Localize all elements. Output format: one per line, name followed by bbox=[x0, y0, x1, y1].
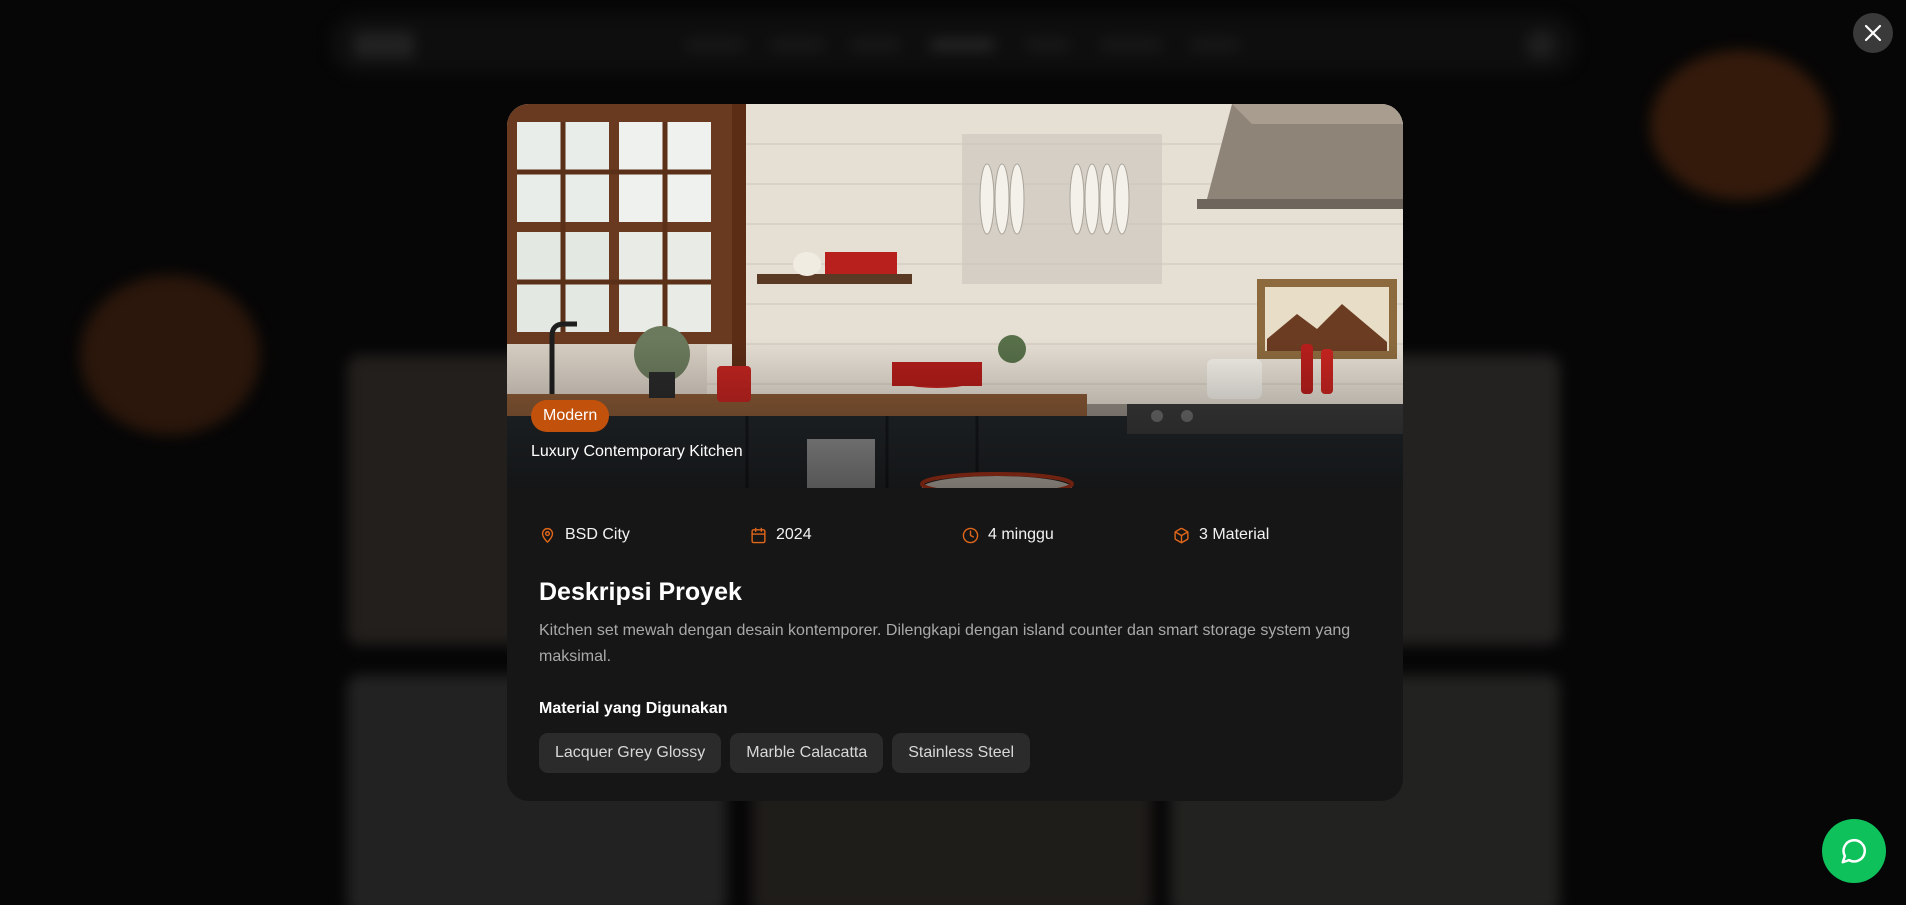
background-nav-link bbox=[850, 41, 900, 49]
description-heading: Deskripsi Proyek bbox=[539, 578, 742, 606]
calendar-icon bbox=[751, 527, 766, 543]
project-description: Kitchen set mewah dengan desain kontempo… bbox=[539, 622, 1351, 665]
map-pin-icon bbox=[541, 527, 554, 543]
background-nav-link bbox=[930, 41, 995, 49]
project-meta: BSD City 2024 4 minggu 3 Material bbox=[539, 526, 1379, 550]
meta-year-text: 2024 bbox=[776, 526, 812, 543]
materials-heading: Material yang Digunakan bbox=[539, 700, 728, 717]
package-icon bbox=[1174, 527, 1189, 543]
material-chip: Marble Calacatta bbox=[730, 733, 884, 773]
background-nav-link bbox=[770, 41, 825, 49]
background-nav-link bbox=[1025, 41, 1070, 49]
meta-duration-text: 4 minggu bbox=[988, 526, 1054, 543]
background-navbar bbox=[330, 14, 1578, 74]
background-nav-link bbox=[685, 41, 745, 49]
hero-gradient-overlay bbox=[507, 338, 1403, 488]
background-nav-button bbox=[1526, 30, 1556, 60]
materials-list: Lacquer Grey Glossy Marble Calacatta Sta… bbox=[539, 733, 1031, 773]
close-button[interactable] bbox=[1853, 13, 1893, 53]
background-glow bbox=[80, 275, 260, 435]
clock-icon bbox=[962, 527, 979, 543]
meta-year: 2024 bbox=[750, 526, 812, 544]
meta-materials: 3 Material bbox=[1173, 526, 1269, 544]
material-chip: Stainless Steel bbox=[892, 733, 1031, 773]
background-glow bbox=[1650, 50, 1830, 200]
background-logo bbox=[354, 32, 414, 58]
background-nav-link bbox=[1100, 41, 1162, 49]
background-nav-link bbox=[1190, 41, 1240, 49]
meta-duration: 4 minggu bbox=[962, 526, 1054, 544]
meta-location-text: BSD City bbox=[565, 526, 630, 543]
project-title: Luxury Contemporary Kitchen bbox=[531, 443, 743, 460]
meta-materials-text: 3 Material bbox=[1199, 526, 1270, 543]
whatsapp-icon bbox=[1841, 839, 1866, 864]
meta-location: BSD City bbox=[539, 526, 630, 544]
project-detail-modal: Modern Luxury Contemporary Kitchen BSD C… bbox=[507, 104, 1403, 801]
whatsapp-chat-button[interactable] bbox=[1822, 819, 1886, 883]
material-chip: Lacquer Grey Glossy bbox=[539, 733, 722, 773]
style-badge: Modern bbox=[531, 400, 610, 432]
close-icon bbox=[1864, 24, 1882, 42]
project-hero-image: Modern Luxury Contemporary Kitchen bbox=[507, 104, 1403, 488]
